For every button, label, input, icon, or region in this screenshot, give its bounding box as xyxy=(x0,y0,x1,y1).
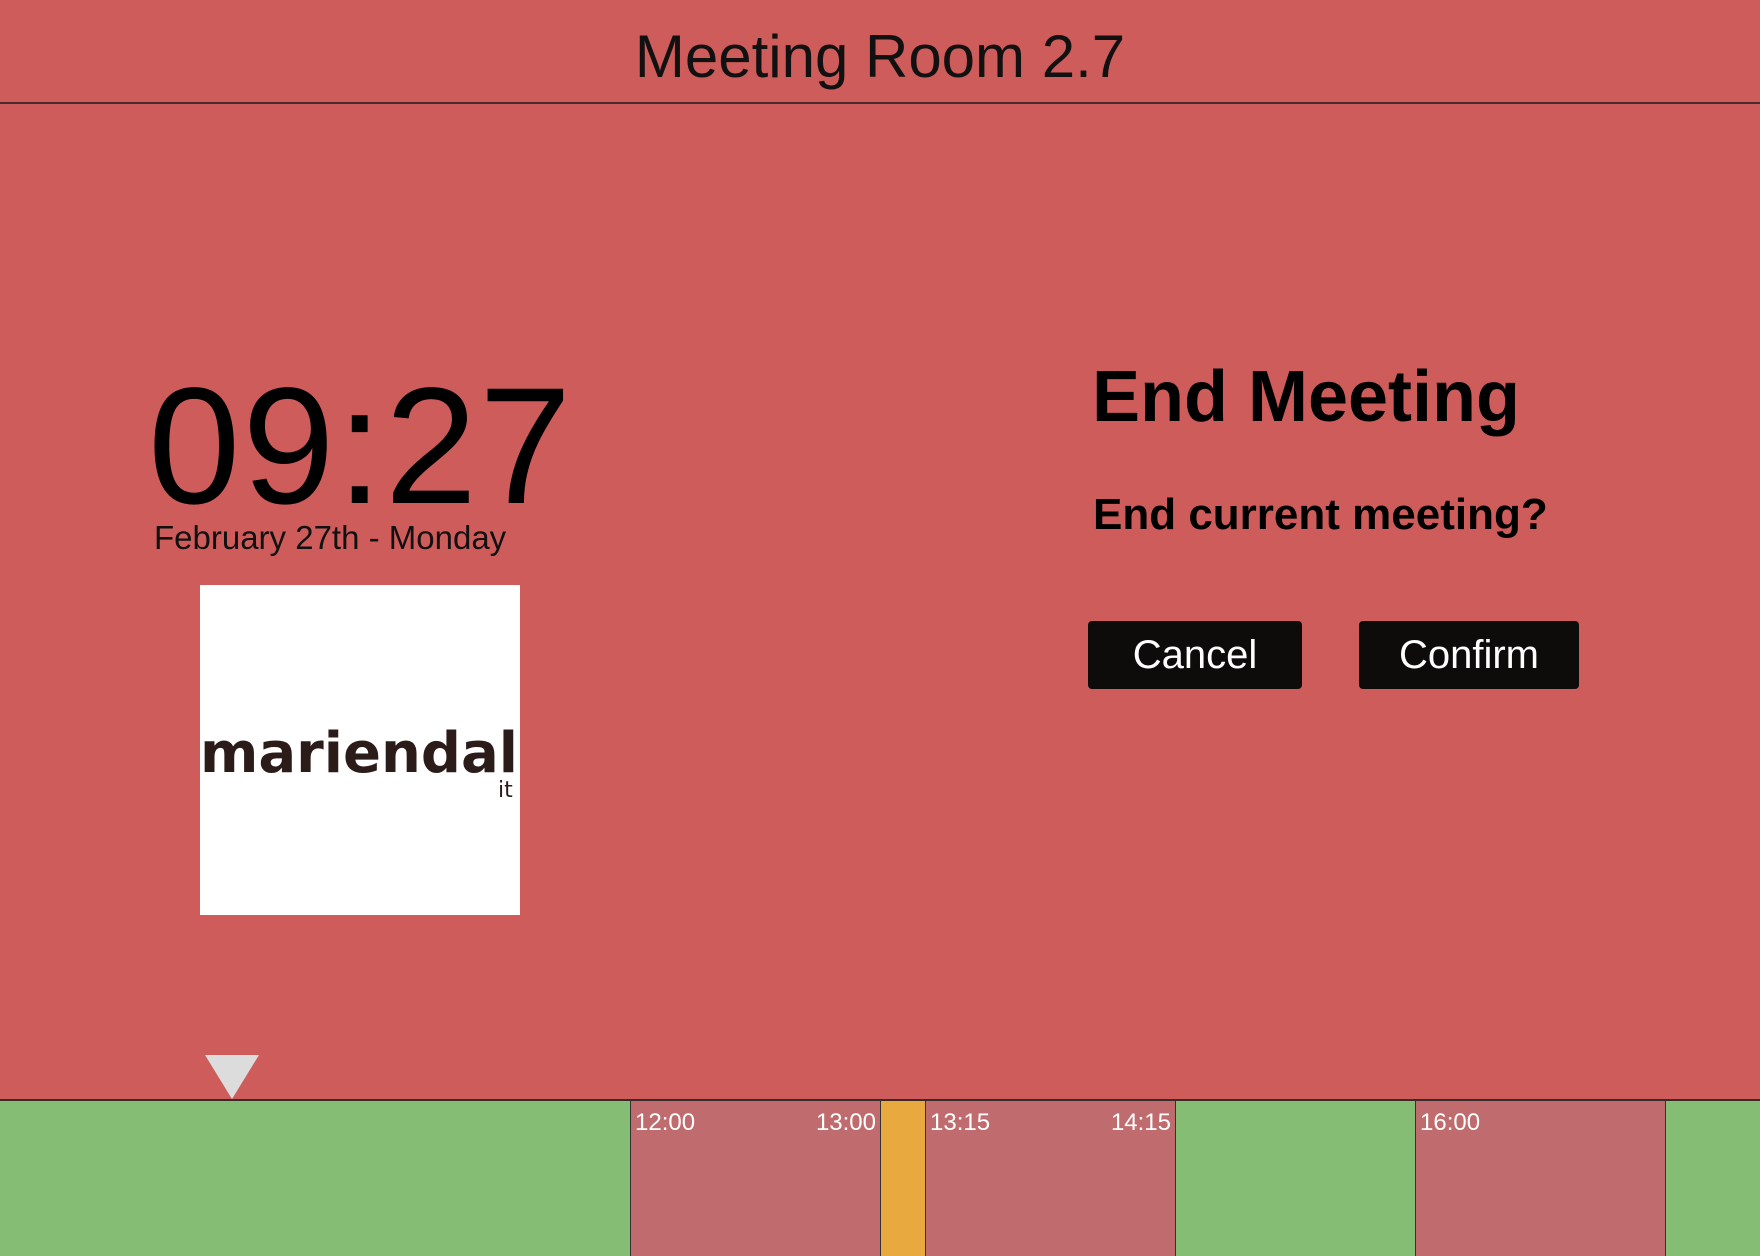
clock-date: February 27th - Monday xyxy=(154,519,507,556)
header-bar: Meeting Room 2.7 xyxy=(0,0,1760,104)
company-logo: mariendal it xyxy=(200,585,520,915)
clock-time: 09:27 xyxy=(148,354,574,539)
logo-graphic: mariendal it xyxy=(200,721,518,803)
dialog-title: End Meeting xyxy=(1092,357,1520,437)
slot-end-time: 14:15 xyxy=(1110,1109,1171,1136)
logo-subtext: it xyxy=(498,778,513,803)
slot-start-time: 16:00 xyxy=(1420,1109,1481,1136)
timeline-slot-booked[interactable]: 16:00 xyxy=(1416,1101,1666,1256)
confirm-button[interactable]: Confirm xyxy=(1359,621,1579,689)
schedule-timeline: 12:00 13:00 13:15 14:15 16:00 xyxy=(0,1099,1760,1256)
slot-end-time: 13:00 xyxy=(815,1109,876,1136)
timeline-slot-booked[interactable]: 13:15 14:15 xyxy=(926,1101,1176,1256)
cancel-button[interactable]: Cancel xyxy=(1088,621,1302,689)
logo-wordmark: mariendal xyxy=(200,721,518,786)
room-title: Meeting Room 2.7 xyxy=(634,23,1126,90)
timeline-slot-booked[interactable]: 12:00 13:00 xyxy=(631,1101,881,1256)
slot-start-time: 13:15 xyxy=(930,1109,991,1136)
timeline-slot-current[interactable] xyxy=(881,1101,926,1256)
timeline-slot-free[interactable] xyxy=(1176,1101,1416,1256)
timeline-slot-free[interactable] xyxy=(1666,1101,1760,1256)
timeline-slot-free[interactable] xyxy=(0,1101,631,1256)
triangle-down-icon xyxy=(205,1055,259,1099)
dialog-message: End current meeting? xyxy=(1093,490,1548,539)
slot-start-time: 12:00 xyxy=(635,1109,696,1136)
